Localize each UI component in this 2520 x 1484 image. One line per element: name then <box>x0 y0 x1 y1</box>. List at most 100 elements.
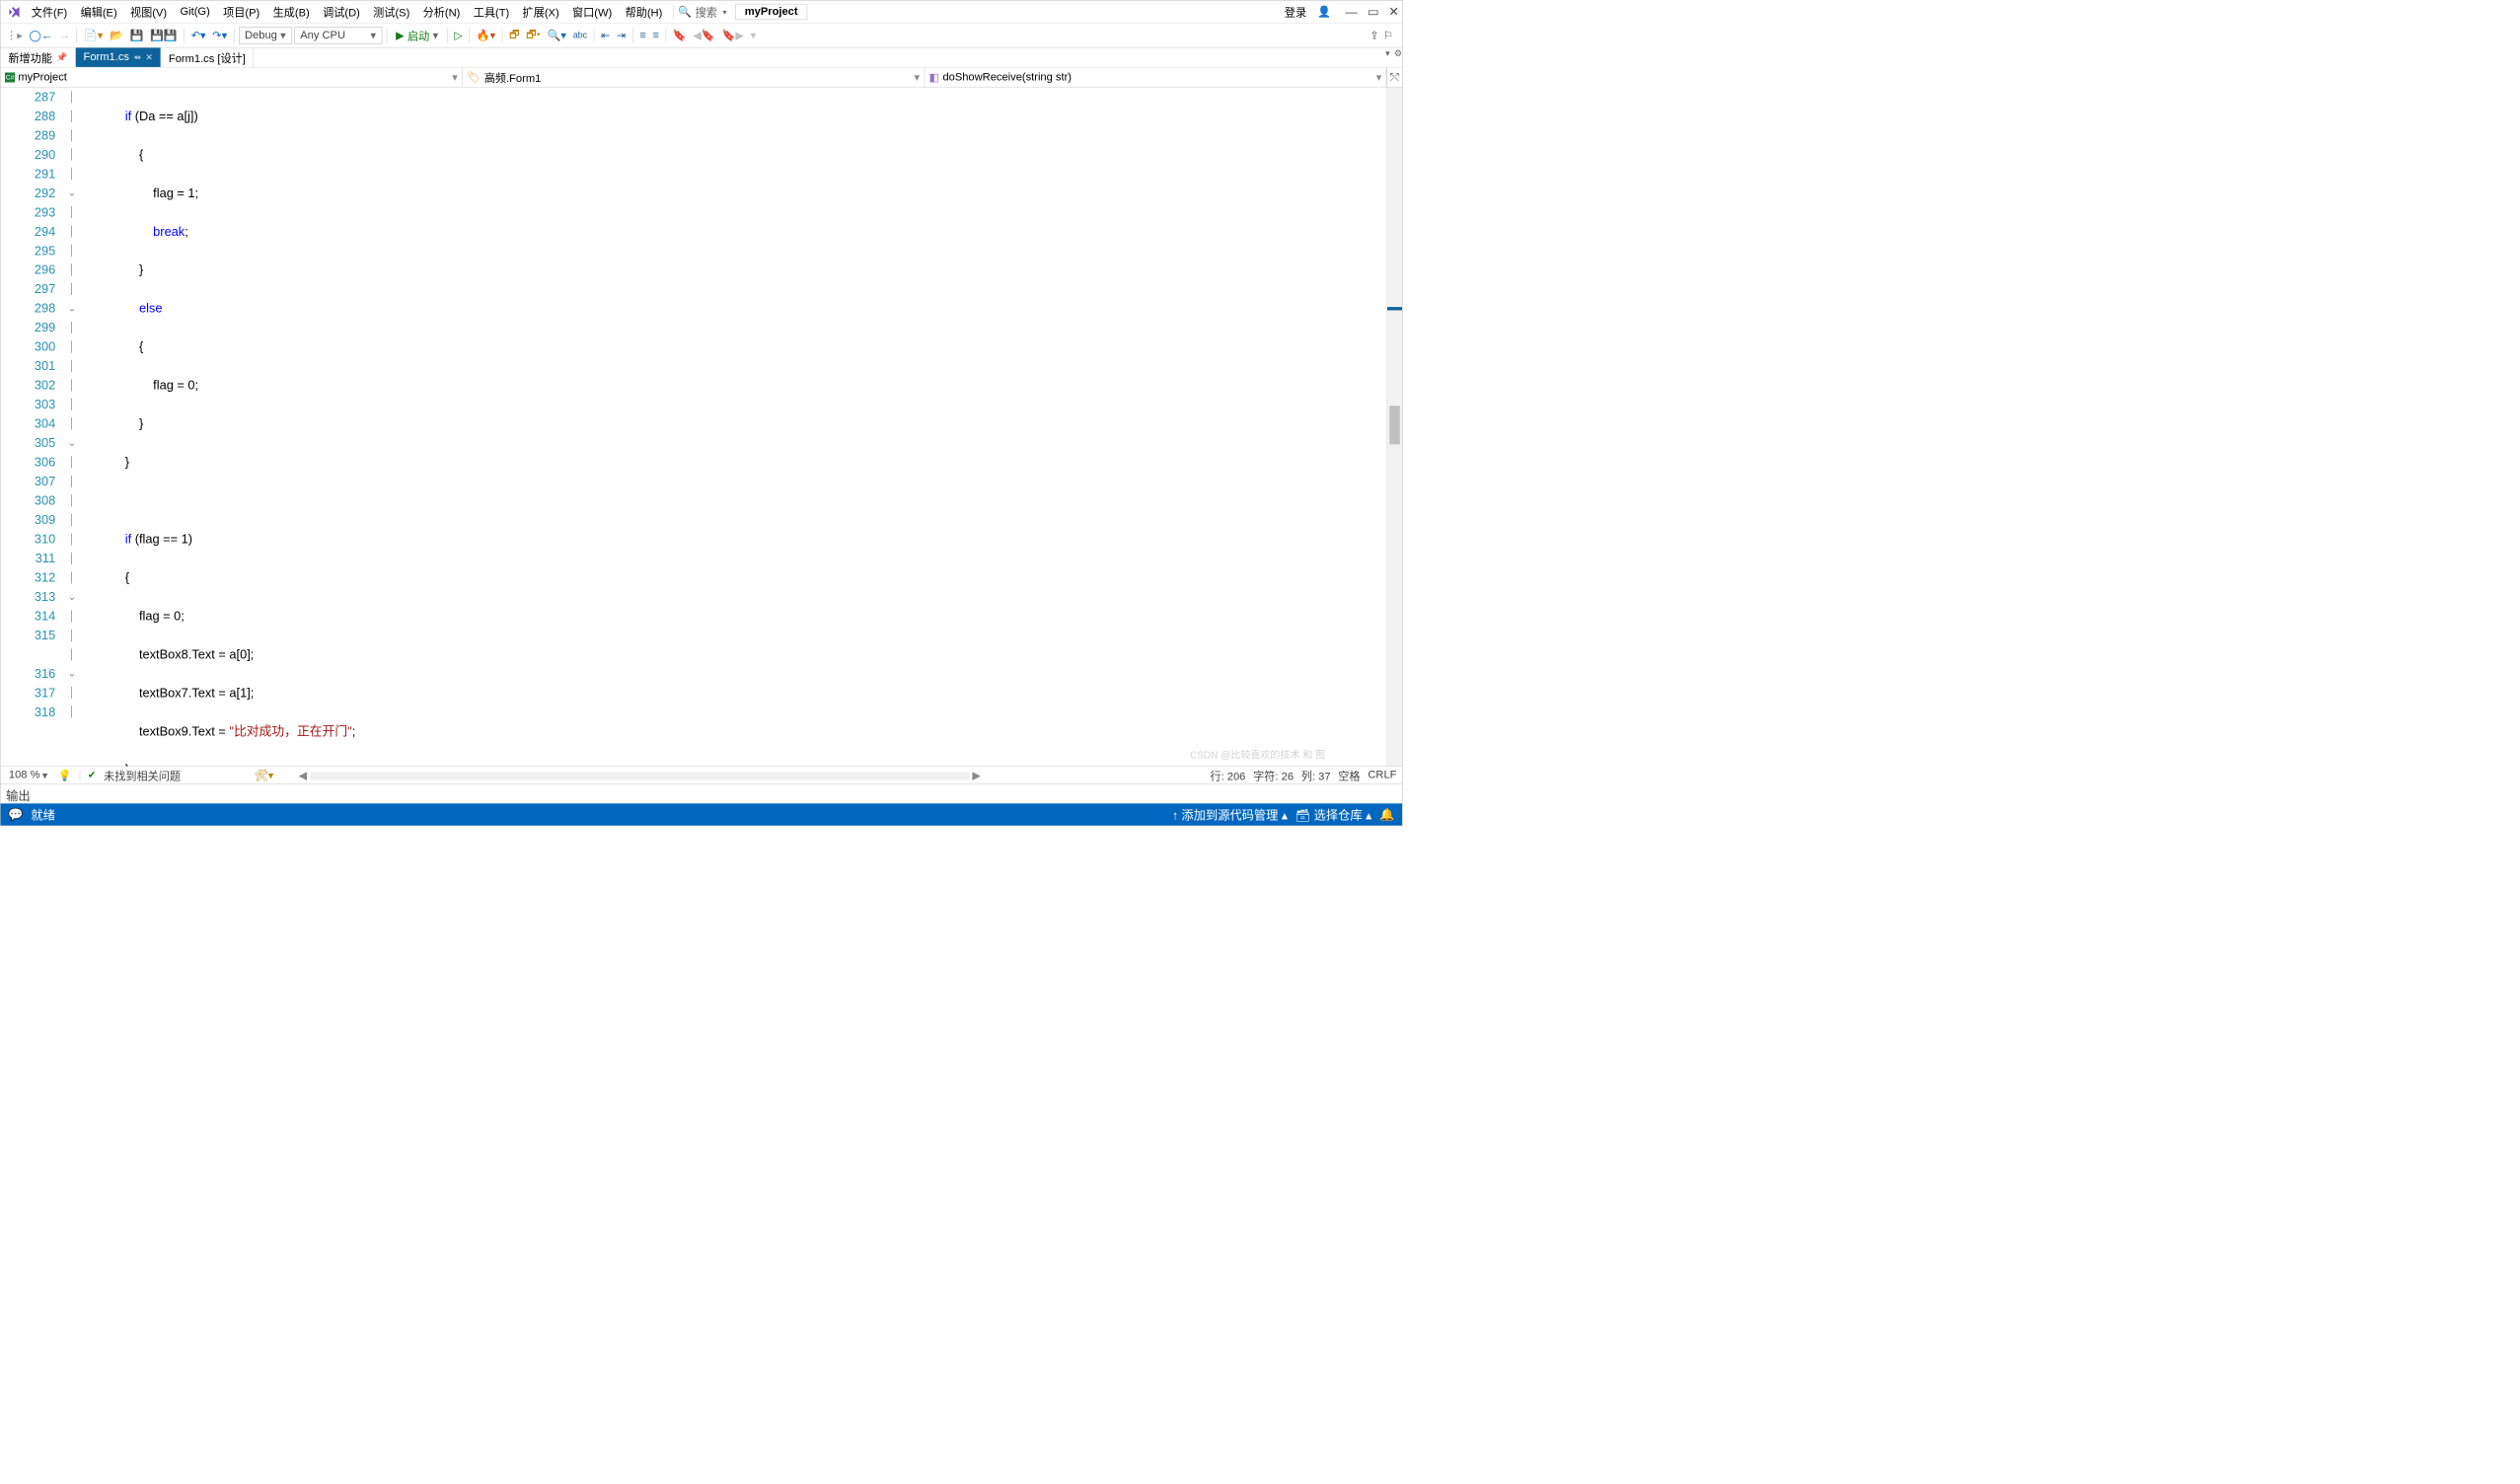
eol-indicator[interactable]: CRLF <box>1368 769 1396 781</box>
chevron-down-icon: ▾ <box>1376 70 1382 84</box>
lightbulb-icon[interactable]: 💡 <box>58 769 72 782</box>
method-icon: ◧ <box>929 70 940 84</box>
indent-indicator[interactable]: 空格 <box>1338 768 1360 783</box>
maximize-button[interactable]: ▭ <box>1368 5 1379 19</box>
undo-icon[interactable]: ↶▾ <box>188 28 207 43</box>
pin-icon[interactable]: ⇴ <box>133 52 140 63</box>
char-indicator[interactable]: 字符: 26 <box>1253 768 1294 783</box>
editor-status-strip: 108 %▾ 💡 ✔ 未找到相关问题 🛠▾ ◀ ▶ 行: 206 字符: 26 … <box>1 766 1402 783</box>
menu-edit[interactable]: 编辑(E) <box>81 4 117 20</box>
play-icon: ▶ <box>396 29 405 42</box>
nav-class-scope[interactable]: 🏷 高频.Form1 ▾ <box>463 67 925 86</box>
source-control-add[interactable]: ↑ 添加到源代码管理 ▴ <box>1172 806 1288 824</box>
feedback-icon[interactable]: ⚐ <box>1383 29 1393 42</box>
abc-icon[interactable]: abc <box>570 30 589 41</box>
fold-gutter[interactable]: │││││⌄│││││⌄││││││⌄│││││││⌄│││⌄││ <box>61 87 83 766</box>
hot-reload-icon[interactable]: 🔥▾ <box>475 28 498 43</box>
nav-member-scope[interactable]: ◧ doShowReceive(string str) ▾ <box>925 67 1386 86</box>
nav-label: myProject <box>18 71 66 84</box>
menu-help[interactable]: 帮助(H) <box>626 4 663 20</box>
ide-status-bar: 💬 就绪 ↑ 添加到源代码管理 ▴ 🗃 选择仓库 ▴ 🔔 <box>1 803 1402 825</box>
menu-git[interactable]: Git(G) <box>181 6 210 19</box>
toolbar-options-icon[interactable]: ⋮▸ <box>4 28 25 43</box>
menu-tools[interactable]: 工具(T) <box>474 4 509 20</box>
menu-extensions[interactable]: 扩展(X) <box>523 4 559 20</box>
document-tabs: 新增功能 📌 Form1.cs ⇴ ✕ Form1.cs [设计] ▾ ⚙ <box>1 47 1402 67</box>
nav-label: doShowReceive(string str) <box>942 71 1072 84</box>
save-all-icon[interactable]: 💾💾 <box>148 28 180 43</box>
account-icon[interactable]: 👤 <box>1317 5 1331 19</box>
menu-file[interactable]: 文件(F) <box>32 4 67 20</box>
live-share-icon[interactable]: ⇪ <box>1370 29 1378 42</box>
redo-icon[interactable]: ↷▾ <box>210 28 229 43</box>
screwdriver-icon[interactable]: 🛠▾ <box>255 770 274 781</box>
minimize-button[interactable]: — <box>1346 5 1358 19</box>
hscroll-right-icon[interactable]: ▶ <box>972 770 981 781</box>
tab-new-features[interactable]: 新增功能 📌 <box>1 47 76 66</box>
line-number-gutter: 2872882892902912922932942952962972982993… <box>1 87 61 766</box>
menu-view[interactable]: 视图(V) <box>130 4 167 20</box>
indent-less-icon[interactable]: ⇤ <box>599 28 613 43</box>
horizontal-scrollbar[interactable] <box>310 772 969 779</box>
open-icon[interactable]: 📂 <box>108 28 125 43</box>
bookmark-list-icon[interactable]: ▾ <box>748 28 758 43</box>
comment-icon[interactable]: ≡ <box>637 28 648 42</box>
notifications-icon[interactable]: 🔔 <box>1379 807 1394 821</box>
vertical-scrollbar[interactable] <box>1386 87 1402 766</box>
solution-name[interactable]: myProject <box>735 4 807 20</box>
tab-label: 新增功能 <box>8 49 52 65</box>
vs-logo-icon <box>8 6 20 18</box>
tab-form1-design[interactable]: Form1.cs [设计] <box>161 47 254 66</box>
pin-icon[interactable]: 📌 <box>56 52 67 63</box>
issues-text[interactable]: 未找到相关问题 <box>104 768 181 783</box>
tab-form1-cs[interactable]: Form1.cs ⇴ ✕ <box>76 47 161 66</box>
hscroll-left-icon[interactable]: ◀ <box>299 770 308 781</box>
code-area[interactable]: if (Da == a[j]) { flag = 1; break; } els… <box>83 87 1386 766</box>
start-debug-button[interactable]: ▶启动▾ <box>392 27 443 44</box>
line-indicator[interactable]: 行: 206 <box>1210 768 1245 783</box>
divider <box>673 5 674 18</box>
code-editor[interactable]: 2872882892902912922932942952962972982993… <box>1 87 1402 766</box>
browse2-icon[interactable]: 🗗▾ <box>524 25 543 45</box>
nav-forward-icon[interactable]: → <box>57 28 73 42</box>
menu-window[interactable]: 窗口(W) <box>572 4 612 20</box>
nav-back-icon[interactable]: ◯← <box>27 28 54 43</box>
close-button[interactable]: ✕ <box>1388 5 1398 19</box>
tab-label: Form1.cs [设计] <box>169 49 246 65</box>
browse-icon[interactable]: 🗗 <box>507 25 522 45</box>
config-combo[interactable]: Debug▾ <box>239 27 292 43</box>
tab-label: Form1.cs <box>84 51 129 64</box>
repo-select[interactable]: 🗃 选择仓库 ▴ <box>1296 806 1371 824</box>
menu-project[interactable]: 项目(P) <box>223 4 259 20</box>
menu-debug[interactable]: 调试(D) <box>323 4 360 20</box>
start-without-debug-icon[interactable]: ▷ <box>452 28 465 43</box>
split-editor-icon[interactable]: ⤲ <box>1386 67 1402 86</box>
menu-test[interactable]: 测试(S) <box>373 4 409 20</box>
nav-project-scope[interactable]: C# myProject ▾ <box>1 67 463 86</box>
new-item-icon[interactable]: 📄▾ <box>82 28 106 43</box>
zoom-combo[interactable]: 108 %▾ <box>6 768 50 782</box>
bookmark-prev-icon[interactable]: ◀🔖 <box>691 28 717 43</box>
find-icon[interactable]: 🔍▾ <box>545 28 568 43</box>
tab-settings-icon[interactable]: ⚙ <box>1394 47 1402 66</box>
output-icon[interactable]: 💬 <box>8 807 23 821</box>
tab-overflow-icon[interactable]: ▾ <box>1385 47 1389 66</box>
chevron-down-icon: ▾ <box>915 70 921 84</box>
signin-button[interactable]: 登录 <box>1285 4 1306 20</box>
menu-analyze[interactable]: 分析(N) <box>423 4 461 20</box>
platform-combo[interactable]: Any CPU▾ <box>294 27 382 43</box>
uncomment-icon[interactable]: ≡ <box>650 28 661 42</box>
save-icon[interactable]: 💾 <box>127 28 145 43</box>
indent-more-icon[interactable]: ⇥ <box>615 28 629 43</box>
search-box[interactable]: 🔍 搜索 <box>678 4 726 20</box>
search-icon: 🔍 <box>678 5 692 19</box>
col-indicator[interactable]: 列: 37 <box>1301 768 1331 783</box>
bookmark-icon[interactable]: 🔖 <box>671 28 689 43</box>
close-icon[interactable]: ✕ <box>145 52 152 63</box>
watermark-text: CSDN @比较喜欢的技术 和 图 <box>1190 748 1325 762</box>
scroll-thumb[interactable] <box>1389 406 1400 444</box>
code-nav-bar: C# myProject ▾ 🏷 高频.Form1 ▾ ◧ doShowRece… <box>1 67 1402 87</box>
bookmark-next-icon[interactable]: 🔖▶ <box>719 28 746 43</box>
menu-build[interactable]: 生成(B) <box>273 4 310 20</box>
output-panel-header[interactable]: 输出 <box>1 783 1402 803</box>
